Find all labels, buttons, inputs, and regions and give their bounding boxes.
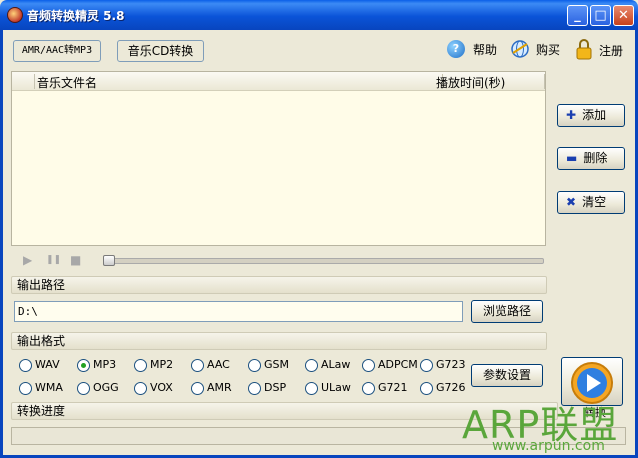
radio-circle[interactable] <box>191 358 204 372</box>
globe-icon <box>510 39 530 59</box>
format-radio-mp2[interactable]: MP2 <box>134 358 173 374</box>
close-button[interactable]: ✕ <box>613 5 634 26</box>
radio-circle[interactable] <box>248 381 261 395</box>
radio-label: VOX <box>150 381 173 394</box>
radio-circle[interactable] <box>19 381 32 395</box>
radio-label: WMA <box>35 381 63 394</box>
output-format-section: 输出格式 <box>11 332 547 350</box>
radio-circle[interactable] <box>420 358 433 372</box>
column-separator[interactable] <box>544 74 545 89</box>
radio-label: AAC <box>207 358 230 371</box>
format-radio-vox[interactable]: VOX <box>134 381 173 397</box>
x-icon: ✖ <box>566 195 577 209</box>
delete-label: 删除 <box>583 151 608 165</box>
cd-convert-button[interactable]: 音乐CD转换 <box>117 40 204 62</box>
play-button[interactable]: ▶ <box>23 253 32 267</box>
radio-label: AMR <box>207 381 232 394</box>
pause-button[interactable]: ❚❚ <box>46 255 61 265</box>
column-header-filename[interactable]: 音乐文件名 <box>37 74 97 90</box>
help-icon: ? <box>447 40 465 58</box>
radio-label: ALaw <box>321 358 351 371</box>
format-radio-g726[interactable]: G726 <box>420 381 466 397</box>
radio-label: G726 <box>436 381 466 394</box>
stop-button[interactable]: ■ <box>70 253 81 267</box>
clear-button[interactable]: ✖ 清空 <box>557 191 625 214</box>
clear-label: 清空 <box>582 195 607 209</box>
radio-label: MP2 <box>150 358 174 371</box>
lock-icon <box>575 38 593 60</box>
radio-label: G723 <box>436 358 466 371</box>
format-radio-mp3[interactable]: MP3 <box>77 358 116 374</box>
radio-label: OGG <box>93 381 119 394</box>
radio-circle[interactable] <box>420 381 433 395</box>
format-radio-dsp[interactable]: DSP <box>248 381 286 397</box>
minus-icon: ▬ <box>566 151 578 165</box>
plus-icon: ✚ <box>566 108 577 122</box>
buy-label: 购买 <box>536 43 561 57</box>
buy-button[interactable]: 购买 <box>510 38 564 60</box>
add-label: 添加 <box>582 108 607 122</box>
format-radio-ulaw[interactable]: ULaw <box>305 381 351 397</box>
format-radio-amr[interactable]: AMR <box>191 381 232 397</box>
column-separator[interactable] <box>34 74 35 89</box>
radio-circle[interactable] <box>19 358 32 372</box>
format-radio-aac[interactable]: AAC <box>191 358 230 374</box>
radio-label: DSP <box>264 381 287 394</box>
browse-path-button[interactable]: 浏览路径 <box>471 300 543 323</box>
radio-circle[interactable] <box>362 381 375 395</box>
radio-label: ULaw <box>321 381 351 394</box>
output-path-input[interactable]: D:\ <box>14 301 463 322</box>
output-path-section: 输出路径 <box>11 276 547 294</box>
radio-circle[interactable] <box>77 358 90 372</box>
register-button[interactable]: 注册 <box>575 38 629 62</box>
radio-label: GSM <box>264 358 289 371</box>
file-list[interactable]: 音乐文件名 播放时间(秒) <box>11 71 546 246</box>
seek-thumb[interactable] <box>103 255 115 266</box>
column-header-duration[interactable]: 播放时间(秒) <box>436 74 505 90</box>
amr-to-mp3-button[interactable]: AMR/AAC转MP3 <box>13 40 101 62</box>
radio-circle[interactable] <box>77 381 90 395</box>
format-radio-gsm[interactable]: GSM <box>248 358 289 374</box>
format-radio-wav[interactable]: WAV <box>19 358 60 374</box>
radio-label: ADPCM <box>378 358 418 371</box>
radio-label: G721 <box>378 381 408 394</box>
minimize-button[interactable]: _ <box>567 5 588 26</box>
format-radio-alaw[interactable]: ALaw <box>305 358 350 374</box>
format-radio-adpcm[interactable]: ADPCM <box>362 358 418 374</box>
radio-circle[interactable] <box>134 358 147 372</box>
seek-bar[interactable] <box>104 258 544 264</box>
register-label: 注册 <box>599 44 624 58</box>
help-button[interactable]: ? 帮助 <box>447 38 501 60</box>
app-icon[interactable] <box>7 7 23 23</box>
help-label: 帮助 <box>473 43 498 57</box>
radio-label: MP3 <box>93 358 117 371</box>
radio-circle[interactable] <box>362 358 375 372</box>
add-button[interactable]: ✚ 添加 <box>557 104 625 127</box>
format-radio-wma[interactable]: WMA <box>19 381 63 397</box>
format-radio-g723[interactable]: G723 <box>420 358 466 374</box>
radio-circle[interactable] <box>305 358 318 372</box>
format-radio-g721[interactable]: G721 <box>362 381 408 397</box>
radio-circle[interactable] <box>305 381 318 395</box>
maximize-button[interactable]: □ <box>590 5 611 26</box>
delete-button[interactable]: ▬ 删除 <box>557 147 625 170</box>
radio-circle[interactable] <box>248 358 261 372</box>
radio-circle[interactable] <box>134 381 147 395</box>
radio-circle[interactable] <box>191 381 204 395</box>
parameter-settings-button[interactable]: 参数设置 <box>471 364 543 387</box>
watermark-url: www.arpun.com <box>492 438 605 454</box>
list-header: 音乐文件名 播放时间(秒) <box>12 72 545 91</box>
radio-label: WAV <box>35 358 60 371</box>
format-radio-ogg[interactable]: OGG <box>77 381 119 397</box>
window-title: 音频转换精灵 5.8 <box>27 9 125 23</box>
